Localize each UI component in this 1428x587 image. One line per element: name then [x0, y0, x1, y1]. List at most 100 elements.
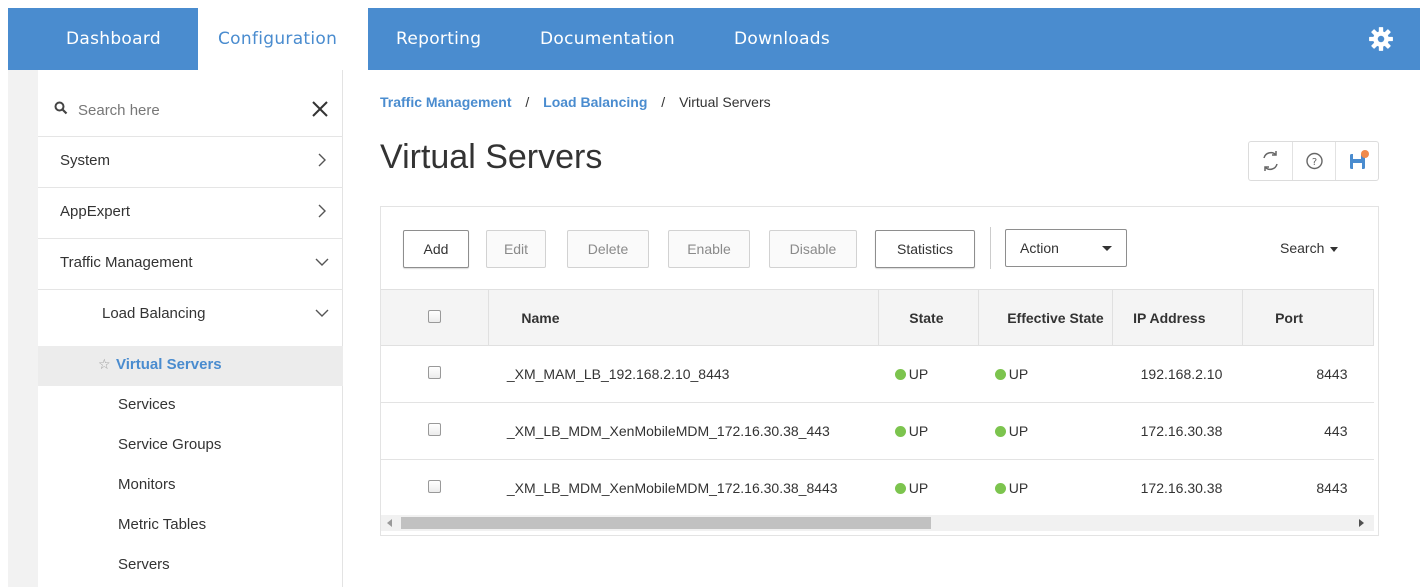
- chevron-down-icon: [315, 258, 329, 266]
- cell-port: 443: [1324, 423, 1348, 439]
- gear-icon[interactable]: [1368, 26, 1394, 52]
- close-icon[interactable]: [311, 100, 329, 118]
- cell-ip-address: 172.16.30.38: [1140, 480, 1223, 496]
- sidebar-item-label: Traffic Management: [60, 254, 193, 271]
- sidebar-strip: [8, 70, 38, 587]
- sidebar-item-service-groups[interactable]: Service Groups: [38, 426, 343, 466]
- breadcrumb-traffic-management[interactable]: Traffic Management: [380, 94, 511, 110]
- sidebar-item-virtual-servers[interactable]: ☆ Virtual Servers: [38, 346, 343, 386]
- select-all-checkbox[interactable]: [428, 309, 442, 323]
- table-row[interactable]: _XM_LB_MDM_XenMobileMDM_172.16.30.38_844…: [381, 460, 1374, 517]
- action-dropdown[interactable]: Action: [1005, 229, 1127, 267]
- table-header-row: Name State Effective State IP Address Po…: [381, 289, 1374, 346]
- cell-effective-state: UP: [979, 346, 1113, 403]
- page-title: Virtual Servers: [380, 138, 603, 176]
- sidebar-item-appexpert[interactable]: AppExpert: [38, 187, 343, 237]
- help-button[interactable]: ?: [1292, 142, 1335, 180]
- row-select-cell: [381, 460, 489, 517]
- status-up-icon: [994, 426, 1006, 437]
- select-all-cell: [381, 289, 490, 346]
- sidebar: System AppExpert Traffic Management Load…: [8, 70, 343, 587]
- refresh-icon: [1263, 151, 1278, 171]
- column-header-effective-state[interactable]: Effective State: [978, 289, 1114, 346]
- sidebar-item-label: Services: [118, 396, 176, 413]
- star-icon[interactable]: ☆: [98, 356, 111, 373]
- search-icon: [54, 101, 68, 115]
- status-up-icon: [994, 483, 1006, 494]
- cell-name[interactable]: _XM_LB_MDM_XenMobileMDM_172.16.30.38_443: [489, 403, 879, 460]
- edit-button[interactable]: Edit: [486, 230, 546, 268]
- chevron-down-icon: [315, 309, 329, 317]
- sidebar-item-label: Servers: [118, 556, 170, 573]
- cell-ip-address: 172.16.30.38: [1140, 423, 1223, 439]
- add-button[interactable]: Add: [403, 230, 469, 268]
- virtual-servers-panel: Add Edit Delete Enable Disable Statistic…: [380, 206, 1379, 536]
- state-text: UP: [908, 366, 929, 382]
- scroll-left-icon[interactable]: [387, 519, 392, 527]
- state-text: UP: [908, 423, 929, 439]
- row-checkbox[interactable]: [428, 480, 442, 493]
- sidebar-item-label: Load Balancing: [102, 305, 206, 322]
- action-dropdown-value: Action: [1020, 240, 1059, 256]
- column-header-name[interactable]: Name: [488, 289, 880, 346]
- nav-dashboard[interactable]: Dashboard: [66, 8, 161, 70]
- column-header-ip-address[interactable]: IP Address: [1112, 289, 1244, 346]
- svg-text:?: ?: [1312, 157, 1317, 168]
- save-icon: [1350, 150, 1369, 169]
- cell-state: UP: [879, 346, 979, 403]
- enable-button[interactable]: Enable: [668, 230, 750, 268]
- status-up-icon: [894, 369, 906, 380]
- breadcrumb-load-balancing[interactable]: Load Balancing: [543, 94, 647, 110]
- toolbar-divider: [990, 227, 991, 269]
- sidebar-item-monitors[interactable]: Monitors: [38, 466, 343, 506]
- cell-port: 8443: [1316, 480, 1348, 496]
- table-row[interactable]: _XM_MAM_LB_192.168.2.10_8443 UP UP 192.1…: [381, 346, 1374, 403]
- sidebar-item-services[interactable]: Services: [38, 386, 343, 426]
- refresh-button[interactable]: [1249, 142, 1292, 180]
- statistics-button[interactable]: Statistics: [875, 230, 975, 268]
- disable-button[interactable]: Disable: [769, 230, 857, 268]
- table-row[interactable]: _XM_LB_MDM_XenMobileMDM_172.16.30.38_443…: [381, 403, 1374, 460]
- status-up-icon: [894, 426, 906, 437]
- sidebar-item-metric-tables[interactable]: Metric Tables: [38, 506, 343, 546]
- nav-documentation[interactable]: Documentation: [540, 8, 675, 70]
- sidebar-item-label: System: [60, 152, 111, 169]
- help-icon: ?: [1306, 152, 1323, 170]
- row-select-cell: [381, 403, 489, 460]
- chevron-right-icon: [318, 204, 326, 218]
- sidebar-item-load-balancing[interactable]: Load Balancing: [38, 289, 343, 339]
- row-checkbox[interactable]: [428, 366, 442, 379]
- sidebar-item-servers[interactable]: Servers: [38, 546, 343, 586]
- cell-name[interactable]: _XM_MAM_LB_192.168.2.10_8443: [489, 346, 879, 403]
- search-toggle[interactable]: Search: [1280, 240, 1339, 256]
- column-header-port[interactable]: Port: [1242, 289, 1374, 346]
- top-navigation: Dashboard Configuration Reporting Docume…: [0, 0, 1428, 70]
- scroll-thumb[interactable]: [401, 517, 931, 529]
- chevron-right-icon: [318, 153, 326, 167]
- nav-reporting[interactable]: Reporting: [396, 8, 481, 70]
- cell-effective-state: UP: [979, 460, 1113, 517]
- search-input[interactable]: [78, 98, 298, 122]
- nav-configuration[interactable]: Configuration: [198, 8, 368, 70]
- row-checkbox[interactable]: [428, 423, 442, 436]
- scroll-right-icon[interactable]: [1359, 519, 1364, 527]
- effective-state-text: UP: [1008, 480, 1029, 496]
- virtual-servers-table: Name State Effective State IP Address Po…: [381, 289, 1374, 517]
- cell-name[interactable]: _XM_LB_MDM_XenMobileMDM_172.16.30.38_844…: [489, 460, 879, 517]
- column-header-state[interactable]: State: [878, 289, 980, 346]
- sidebar-item-label: Metric Tables: [118, 516, 207, 533]
- breadcrumb-separator: /: [525, 94, 530, 110]
- breadcrumb: Traffic Management / Load Balancing / Vi…: [380, 94, 771, 110]
- delete-button[interactable]: Delete: [567, 230, 649, 268]
- nav-bar: Dashboard Configuration Reporting Docume…: [8, 8, 1420, 70]
- nav-downloads[interactable]: Downloads: [734, 8, 830, 70]
- sidebar-item-traffic-management[interactable]: Traffic Management: [38, 238, 343, 288]
- caret-down-icon: [1102, 246, 1112, 251]
- horizontal-scrollbar[interactable]: [381, 515, 1374, 531]
- cell-state: UP: [879, 460, 979, 517]
- cell-ip-address: 192.168.2.10: [1140, 366, 1223, 382]
- save-button[interactable]: [1335, 142, 1378, 180]
- breadcrumb-current: Virtual Servers: [679, 94, 771, 110]
- sidebar-item-system[interactable]: System: [38, 136, 343, 186]
- status-up-icon: [994, 369, 1006, 380]
